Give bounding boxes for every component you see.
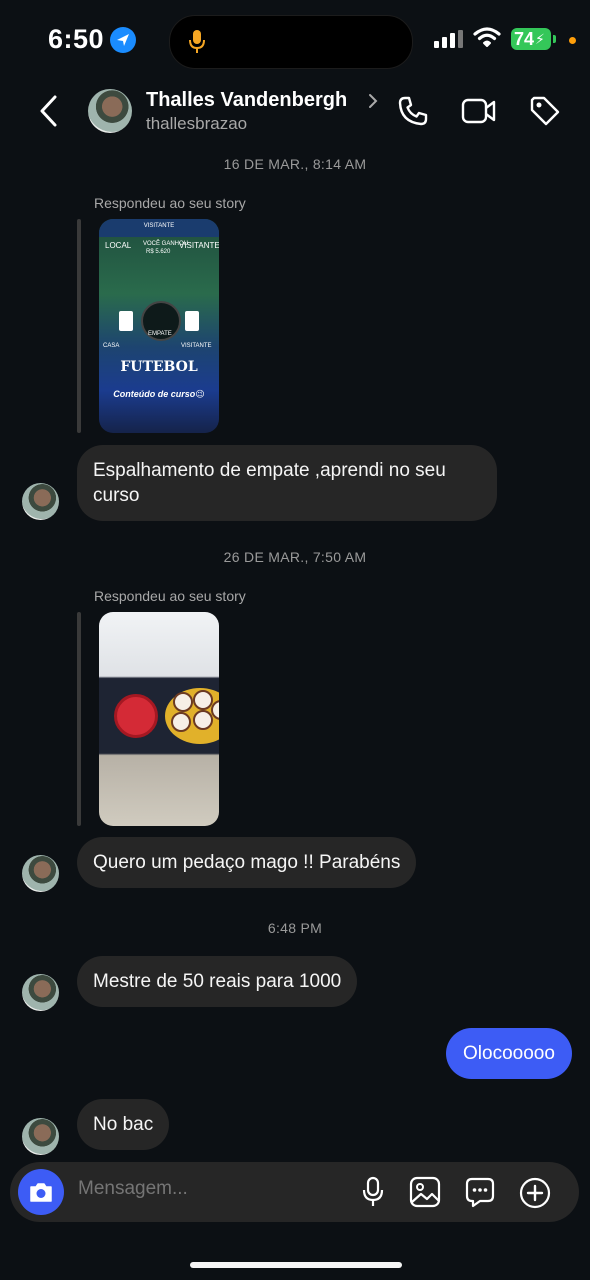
reply-bar — [77, 219, 81, 433]
story-left-label: CASA — [103, 343, 120, 349]
story-preview-1[interactable]: VISITANTE LOCAL VISITANTE VOCÊ GANHOU R$… — [99, 219, 219, 433]
signal-icon — [434, 30, 464, 53]
gallery-icon[interactable] — [409, 1176, 441, 1213]
cupcake-image — [193, 690, 213, 710]
contact-avatar[interactable] — [88, 89, 132, 133]
home-indicator[interactable] — [190, 1262, 402, 1268]
story-logo: FUTEBOL — [120, 359, 198, 375]
plus-icon[interactable] — [518, 1176, 552, 1215]
contact-handle[interactable]: thallesbrazao — [146, 114, 247, 134]
microphone-indicator-icon — [187, 28, 207, 61]
cupcake-image — [173, 692, 193, 712]
plate-image — [114, 694, 158, 738]
battery-tip — [553, 35, 556, 43]
story-amount: R$ 5.620 — [146, 249, 171, 255]
timestamp: 26 DE MAR., 7:50 AM — [223, 549, 367, 565]
dm-screen: 6:50 74 ⚡ Thalles Vandenbergh thallesbraz… — [0, 0, 590, 1280]
story-local-label: LOCAL — [105, 241, 132, 250]
message-input[interactable] — [78, 1178, 328, 1200]
camera-icon — [30, 1183, 52, 1202]
story-center-label: EMPATE — [148, 331, 172, 337]
tag-icon[interactable] — [528, 94, 562, 133]
location-icon — [110, 27, 136, 53]
camera-button[interactable] — [18, 1169, 64, 1215]
timestamp: 16 DE MAR., 8:14 AM — [223, 156, 367, 172]
message-bubble-incoming[interactable]: Mestre de 50 reais para 1000 — [77, 956, 358, 1007]
story-won-label: VOCÊ GANHOU — [143, 241, 189, 247]
cupcake-image — [193, 710, 213, 730]
story-right-label: VISITANTE — [181, 343, 212, 349]
message-bubble-incoming[interactable]: Espalhamento de empate ,aprendi no seu c… — [77, 445, 497, 521]
battery-level: 74 — [514, 28, 535, 49]
cupcake-image — [171, 712, 191, 732]
story-preview-2[interactable] — [99, 612, 219, 826]
message-bubble-incoming[interactable]: No bac — [77, 1099, 170, 1150]
back-icon[interactable] — [36, 94, 62, 133]
contact-name[interactable]: Thalles Vandenbergh — [146, 89, 347, 112]
story-caption: Conteúdo de curso😉 — [113, 389, 205, 399]
message-bubble-outgoing[interactable]: Olocooooo — [446, 1028, 572, 1079]
message-composer — [10, 1162, 579, 1222]
sender-avatar[interactable] — [22, 1118, 59, 1155]
status-bar: 6:50 74 ⚡ — [0, 0, 590, 80]
wifi-icon — [473, 26, 501, 53]
story-reply-label: Respondeu ao seu story — [94, 588, 246, 604]
phone-icon[interactable] — [396, 94, 430, 133]
timestamp: 6:48 PM — [267, 920, 323, 936]
story-top-text: VISITANTE — [143, 223, 175, 229]
sender-avatar[interactable] — [22, 483, 59, 520]
status-time: 6:50 — [48, 24, 105, 54]
story-reply-label: Respondeu ao seu story — [94, 195, 246, 211]
sender-avatar[interactable] — [22, 855, 59, 892]
chevron-right-icon[interactable] — [367, 92, 379, 115]
card-image — [119, 311, 133, 331]
sender-avatar[interactable] — [22, 974, 59, 1011]
privacy-indicator — [569, 37, 576, 44]
card-image — [185, 311, 199, 331]
chat-header: Thalles Vandenbergh thallesbrazao — [0, 82, 590, 140]
battery-icon: 74 ⚡ — [511, 28, 551, 50]
message-bubble-incoming[interactable]: Quero um pedaço mago !! Parabéns — [77, 837, 417, 888]
sticker-icon[interactable] — [464, 1176, 496, 1213]
reply-bar — [77, 612, 81, 826]
video-icon[interactable] — [461, 94, 497, 133]
microphone-icon[interactable] — [361, 1176, 385, 1213]
